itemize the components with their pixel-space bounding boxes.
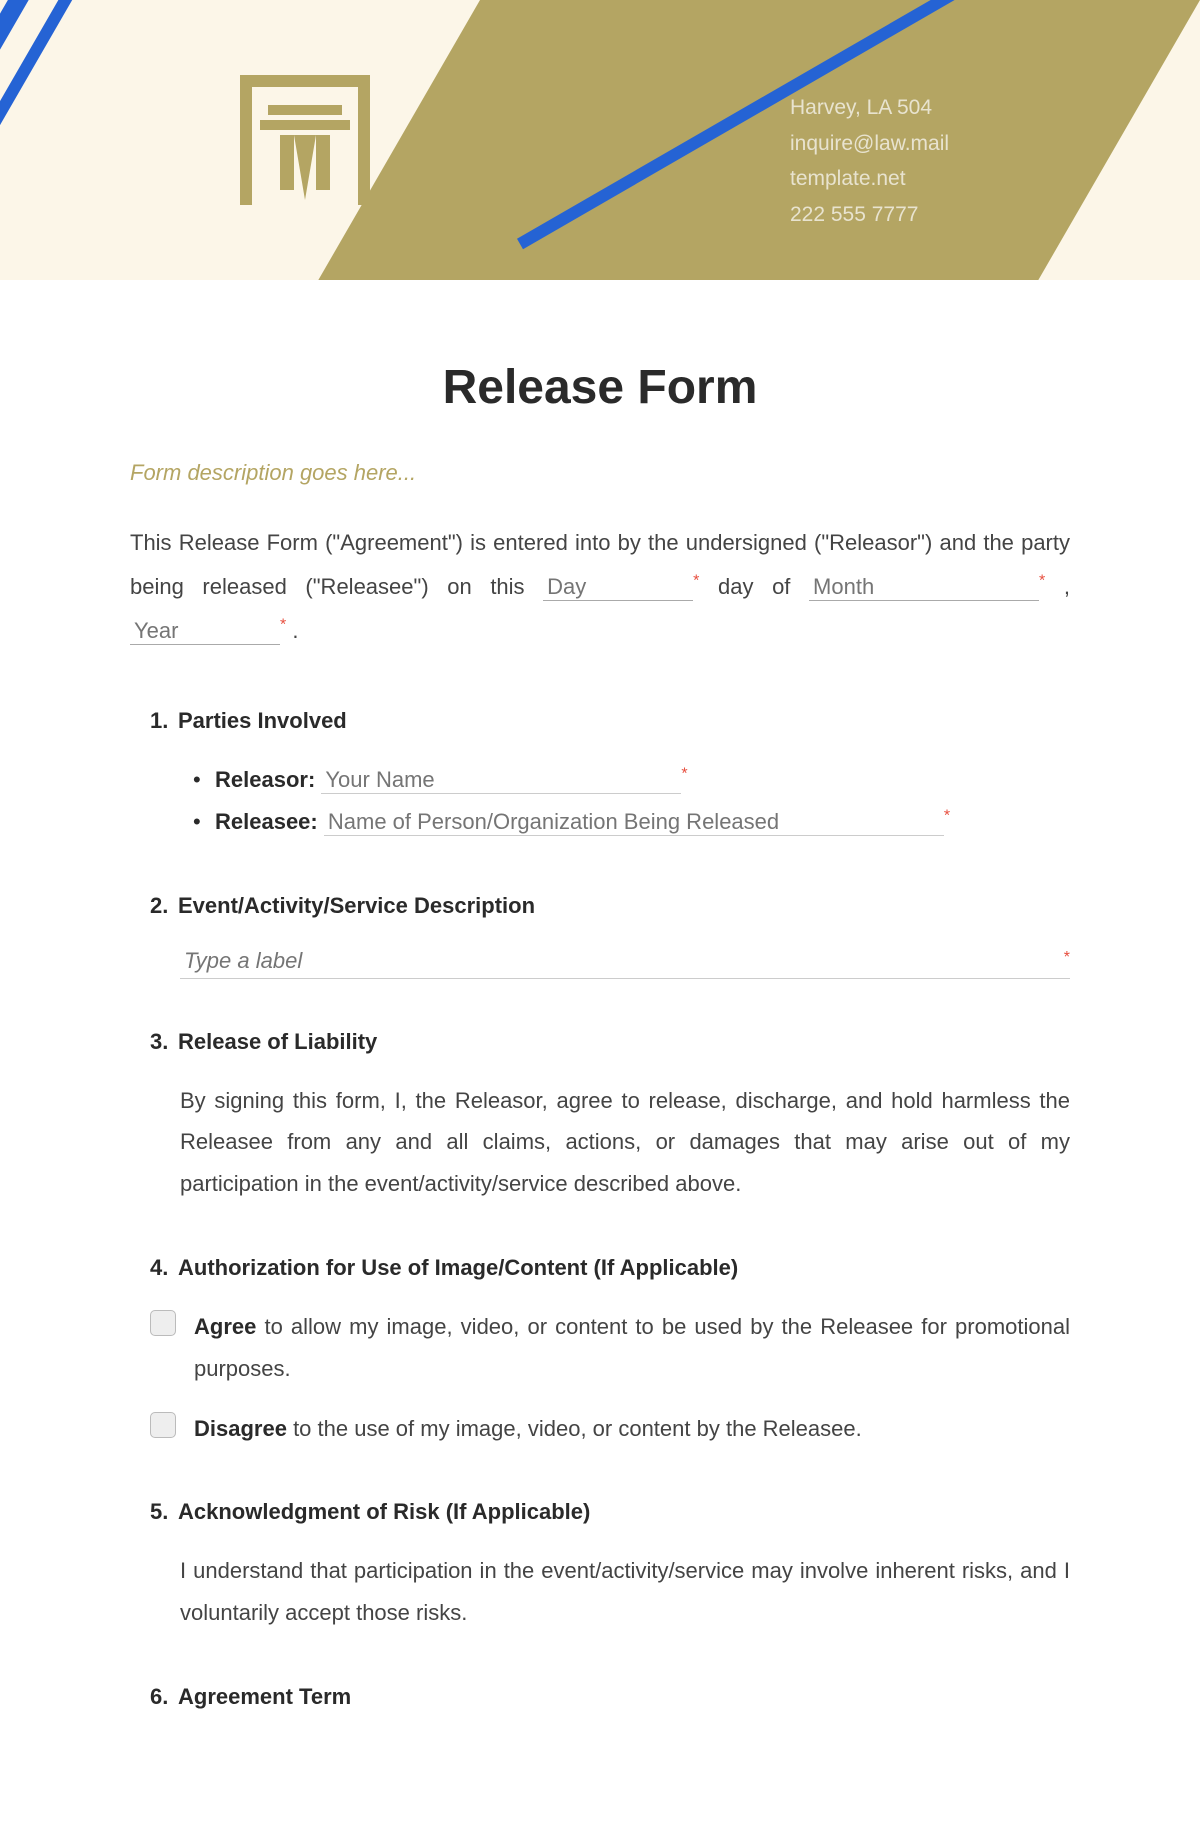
section-acknowledgment: 5.Acknowledgment of Risk (If Applicable)… xyxy=(130,1499,1070,1634)
section-parties: 1.Parties Involved Releasor: * Releasee:… xyxy=(130,708,1070,843)
risk-text: I understand that participation in the e… xyxy=(130,1550,1070,1634)
section-heading: 4.Authorization for Use of Image/Content… xyxy=(130,1255,1070,1281)
releasor-row: Releasor: * xyxy=(215,759,1070,801)
releasor-name-field[interactable] xyxy=(321,767,681,794)
document-header: Harvey, LA 504 inquire@law.mail template… xyxy=(0,0,1200,280)
intro-paragraph: This Release Form ("Agreement") is enter… xyxy=(130,521,1070,653)
contact-address: Harvey, LA 504 xyxy=(790,90,949,126)
section-heading: 1.Parties Involved xyxy=(130,708,1070,734)
disagree-checkbox[interactable] xyxy=(150,1412,176,1438)
agree-option: Agree to allow my image, video, or conte… xyxy=(130,1306,1070,1390)
day-field[interactable] xyxy=(543,574,693,601)
section-heading: 5.Acknowledgment of Risk (If Applicable) xyxy=(130,1499,1070,1525)
event-description-field[interactable] xyxy=(180,944,1070,979)
section-heading: 6.Agreement Term xyxy=(130,1684,1070,1710)
liability-text: By signing this form, I, the Releasor, a… xyxy=(130,1080,1070,1205)
term-text: This release applies to the event/activi… xyxy=(130,1735,1070,1747)
year-field[interactable] xyxy=(130,618,280,645)
section-event-description: 2.Event/Activity/Service Description * xyxy=(130,893,1070,979)
section-heading: 3.Release of Liability xyxy=(130,1029,1070,1055)
document-body: Release Form Form description goes here.… xyxy=(0,280,1200,1837)
releasee-row: Releasee: * xyxy=(215,801,1070,843)
header-stripe xyxy=(0,0,101,280)
contact-info: Harvey, LA 504 inquire@law.mail template… xyxy=(790,90,949,233)
page-title: Release Form xyxy=(130,360,1070,415)
month-field[interactable] xyxy=(809,574,1039,601)
header-stripe xyxy=(0,0,57,280)
contact-email: inquire@law.mail xyxy=(790,126,949,162)
law-logo-icon xyxy=(230,65,380,215)
releasee-name-field[interactable] xyxy=(324,809,944,836)
section-heading: 2.Event/Activity/Service Description xyxy=(130,893,1070,919)
form-description[interactable]: Form description goes here... xyxy=(130,460,1070,486)
section-agreement-term: 6.Agreement Term This release applies to… xyxy=(130,1684,1070,1747)
section-authorization: 4.Authorization for Use of Image/Content… xyxy=(130,1255,1070,1449)
contact-website: template.net xyxy=(790,161,949,197)
contact-phone: 222 555 7777 xyxy=(790,197,949,233)
agree-checkbox[interactable] xyxy=(150,1310,176,1336)
header-gold-bg xyxy=(318,0,1200,280)
disagree-option: Disagree to the use of my image, video, … xyxy=(130,1408,1070,1450)
section-release-liability: 3.Release of Liability By signing this f… xyxy=(130,1029,1070,1205)
